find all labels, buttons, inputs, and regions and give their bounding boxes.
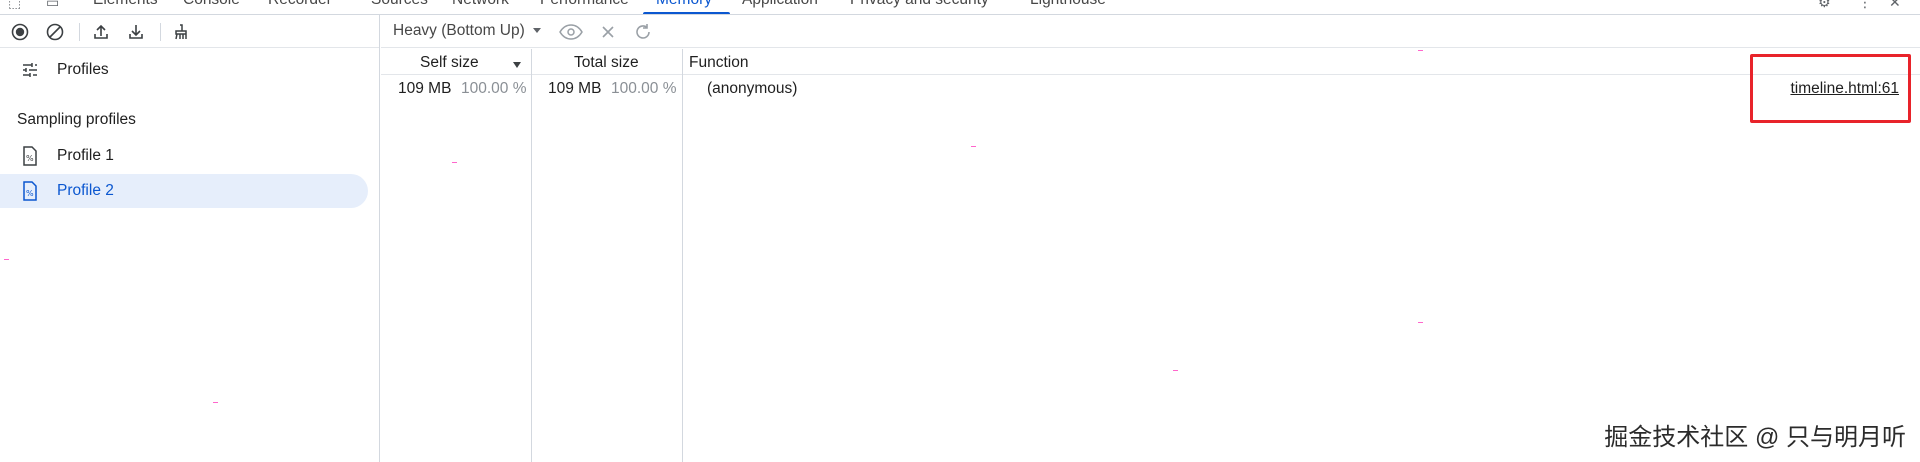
profile-label: Profile 1 <box>57 147 114 164</box>
total-size-value: 109 MB <box>548 80 602 97</box>
svg-text:%: % <box>26 189 34 198</box>
total-size-column: Total size <box>532 49 683 462</box>
download-icon <box>129 25 143 39</box>
render-artifact <box>1418 50 1423 51</box>
render-artifact <box>213 402 218 403</box>
function-column: Function <box>683 49 1920 462</box>
tab-elements[interactable]: Elements <box>93 0 158 9</box>
tab-sources[interactable]: Sources <box>371 0 428 9</box>
render-artifact <box>1173 370 1178 371</box>
settings-gear-icon[interactable]: ⚙ <box>1818 0 1831 11</box>
tab-recorder[interactable]: Recorder <box>268 0 332 9</box>
self-size-header[interactable]: Self size <box>420 54 479 72</box>
self-size-value: 109 MB <box>398 80 452 97</box>
exclude-selected-function-button[interactable] <box>596 21 620 43</box>
collect-garbage-button[interactable] <box>170 21 192 43</box>
focus-selected-function-button[interactable] <box>559 21 583 43</box>
view-mode-value: Heavy (Bottom Up) <box>393 22 525 39</box>
tab-memory[interactable]: Memory <box>656 0 712 9</box>
start-recording-button[interactable] <box>9 21 31 43</box>
save-profile-button[interactable] <box>125 21 147 43</box>
profiles-label: Profiles <box>57 61 109 78</box>
broom-icon <box>175 24 187 40</box>
sidebar-item-profile-2[interactable]: % Profile 2 <box>0 174 368 208</box>
view-mode-select[interactable]: Heavy (Bottom Up) <box>393 22 541 40</box>
record-icon <box>11 23 29 41</box>
render-artifact <box>971 146 976 147</box>
more-options-icon[interactable]: ⋮ <box>1858 0 1872 11</box>
profile-file-icon: % <box>23 146 37 166</box>
refresh-icon <box>636 24 650 39</box>
profile-file-icon: % <box>23 181 37 201</box>
function-header[interactable]: Function <box>689 54 748 72</box>
tune-sliders-icon <box>23 63 37 77</box>
profiles-toolbar <box>0 15 379 48</box>
render-artifact <box>452 162 457 163</box>
tab-performance[interactable]: Performance <box>540 0 629 9</box>
eye-icon <box>559 24 583 40</box>
toolbar-divider <box>79 23 80 41</box>
device-toolbar-icon[interactable]: ▭ <box>46 0 59 11</box>
total-size-header[interactable]: Total size <box>574 54 639 72</box>
table-row[interactable]: 109 MB 100.00 % 109 MB 100.00 % (anonymo… <box>381 76 1920 102</box>
chevron-down-icon <box>532 28 541 34</box>
sidebar-item-profile-1[interactable]: % Profile 1 <box>0 139 368 173</box>
self-size-percent: 100.00 % <box>461 80 527 97</box>
watermark: 掘金技术社区 @ 只与明月听 <box>1604 424 1906 451</box>
load-profile-button[interactable] <box>90 21 112 43</box>
tab-privacy-and-security[interactable]: Privacy and security <box>850 0 989 9</box>
close-devtools-icon[interactable]: ✕ <box>1889 0 1901 11</box>
tab-application[interactable]: Application <box>742 0 818 9</box>
tab-network[interactable]: Network <box>452 0 509 9</box>
tab-console[interactable]: Console <box>183 0 240 9</box>
close-icon <box>602 26 614 38</box>
toolbar-divider <box>160 23 161 41</box>
sampling-profiles-heading: Sampling profiles <box>17 111 136 128</box>
total-size-percent: 100.00 % <box>611 80 677 97</box>
self-size-column: Self size <box>381 49 532 462</box>
profile-label: Profile 2 <box>57 182 114 199</box>
profile-view-toolbar: Heavy (Bottom Up) <box>381 15 1920 48</box>
profiles-overview-item[interactable]: Profiles <box>0 56 370 84</box>
inspect-element-icon[interactable]: ⬚ <box>8 0 21 11</box>
sort-descending-icon <box>513 62 521 68</box>
profile-view: Heavy (Bottom Up) Self size Total size F… <box>381 15 1920 462</box>
function-name: (anonymous) <box>707 80 798 97</box>
svg-text:%: % <box>26 154 34 163</box>
annotation-highlight-box <box>1750 54 1911 123</box>
profiles-sidebar: Profiles Sampling profiles % Profile 1 %… <box>0 15 380 462</box>
render-artifact <box>4 259 9 260</box>
restore-all-functions-button[interactable] <box>631 21 655 43</box>
upload-icon <box>94 24 108 39</box>
clear-icon <box>46 23 64 41</box>
clear-all-profiles-button[interactable] <box>44 21 66 43</box>
tab-lighthouse[interactable]: Lighthouse <box>1030 0 1106 9</box>
devtools-tab-strip: ⬚ ▭ Elements Console Recorder Sources Ne… <box>0 0 1920 15</box>
render-artifact <box>1418 322 1423 323</box>
